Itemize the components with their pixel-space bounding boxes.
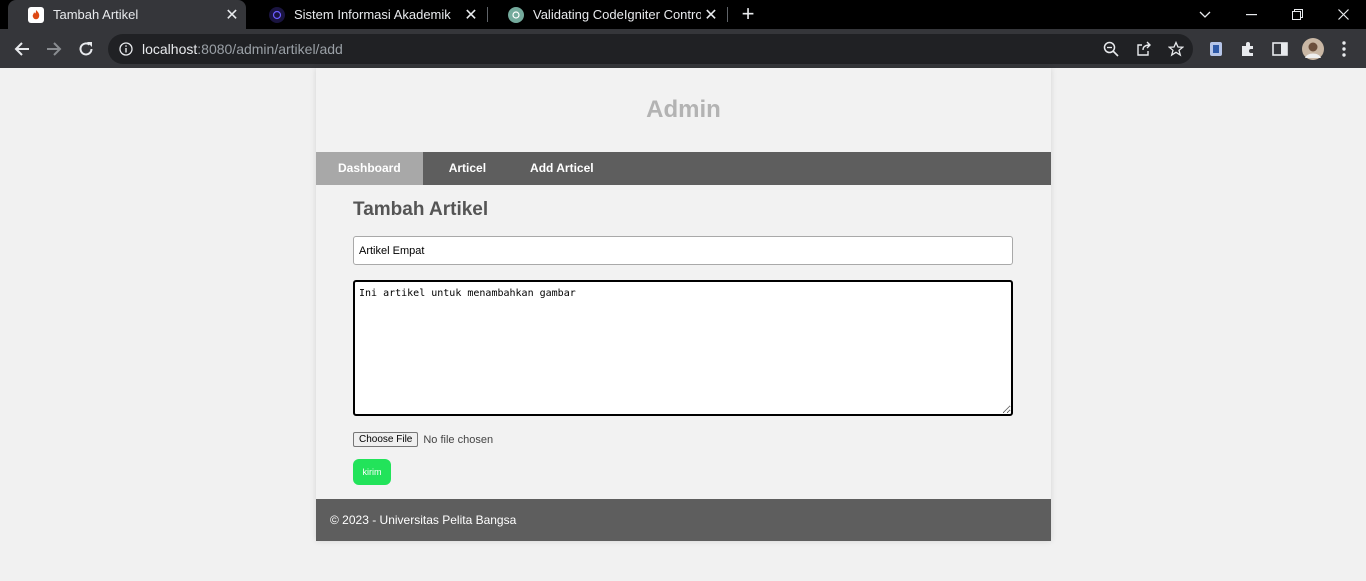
extension-icon[interactable] — [1202, 35, 1230, 63]
share-icon[interactable] — [1134, 39, 1154, 59]
site-title: Admin — [646, 96, 721, 123]
nav-item-add-articel[interactable]: Add Articel — [508, 152, 616, 185]
site-header: Admin — [316, 68, 1051, 152]
url-path: :8080/admin/artikel/add — [197, 41, 343, 57]
file-upload-row: Choose File No file chosen — [353, 432, 1013, 447]
main-nav: Dashboard Articel Add Articel — [316, 152, 1051, 185]
back-arrow-icon[interactable] — [8, 35, 36, 63]
forward-arrow-icon[interactable] — [40, 35, 68, 63]
footer-text: © 2023 - Universitas Pelita Bangsa — [330, 513, 517, 527]
tab-sistem-informasi[interactable]: Sistem Informasi Akademik ✕ — [249, 0, 485, 29]
content-textarea[interactable]: Ini artikel untuk menambahkan gambar — [353, 280, 1013, 416]
nav-item-articel[interactable]: Articel — [423, 152, 508, 185]
close-tab-icon[interactable]: ✕ — [461, 5, 481, 25]
browser-toolbar: localhost:8080/admin/artikel/add — [0, 29, 1366, 68]
form-section: Tambah Artikel Ini artikel untuk menamba… — [316, 185, 1051, 485]
page-container: Admin Dashboard Articel Add Articel Tamb… — [316, 68, 1051, 541]
site-info-icon[interactable] — [116, 39, 136, 59]
content-area-wrap: Ini artikel untuk menambahkan gambar — [353, 280, 1013, 416]
address-bar[interactable]: localhost:8080/admin/artikel/add — [108, 34, 1193, 64]
url-host: localhost — [142, 41, 198, 57]
site-footer: © 2023 - Universitas Pelita Bangsa — [316, 499, 1051, 541]
university-favicon-icon — [269, 6, 285, 23]
puzzle-extensions-icon[interactable] — [1234, 35, 1262, 63]
browser-menu-icon[interactable] — [1330, 35, 1358, 63]
close-tab-icon[interactable]: ✕ — [222, 5, 242, 25]
close-window-icon[interactable] — [1320, 0, 1366, 29]
tab-search-chevron-icon[interactable] — [1182, 0, 1228, 29]
tab-title: Validating CodeIgniter Controller — [533, 7, 701, 22]
profile-avatar[interactable] — [1299, 35, 1327, 63]
url-text: localhost:8080/admin/artikel/add — [142, 41, 343, 57]
restore-icon[interactable] — [1274, 0, 1320, 29]
file-status-text: No file chosen — [423, 433, 494, 446]
bookmark-star-icon[interactable] — [1166, 39, 1186, 59]
close-tab-icon[interactable]: ✕ — [701, 5, 721, 25]
zoom-icon[interactable] — [1101, 39, 1121, 59]
tab-separator — [727, 7, 728, 22]
submit-button[interactable]: kirim — [353, 459, 391, 485]
new-tab-button[interactable]: + — [737, 2, 759, 26]
nav-item-dashboard[interactable]: Dashboard — [316, 152, 423, 185]
tab-validating-codeigniter[interactable]: Validating CodeIgniter Controller ✕ — [488, 0, 725, 29]
reload-icon[interactable] — [72, 35, 100, 63]
browser-tab-strip: Tambah Artikel ✕ Sistem Informasi Akadem… — [0, 0, 1366, 29]
tab-tambah-artikel[interactable]: Tambah Artikel ✕ — [8, 0, 246, 29]
tab-title: Sistem Informasi Akademik — [294, 7, 451, 22]
title-input[interactable] — [353, 236, 1013, 265]
choose-file-button[interactable]: Choose File — [353, 432, 419, 447]
codeigniter-favicon-icon — [28, 6, 44, 23]
minimize-icon[interactable] — [1228, 0, 1274, 29]
chatgpt-favicon-icon — [508, 6, 524, 23]
tab-title: Tambah Artikel — [53, 7, 139, 22]
form-heading: Tambah Artikel — [353, 199, 489, 220]
side-panel-icon[interactable] — [1266, 35, 1294, 63]
